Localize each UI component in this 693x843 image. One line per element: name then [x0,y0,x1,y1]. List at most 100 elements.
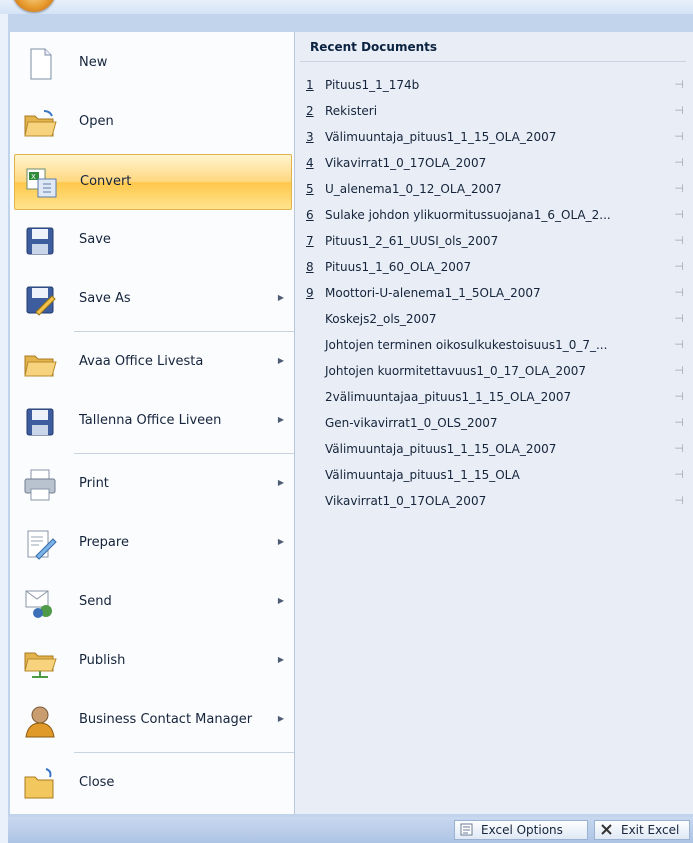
recent-document-name: Rekisteri [325,104,378,118]
pin-icon[interactable]: ⊣ [674,333,684,357]
pin-icon[interactable]: ⊣ [674,125,684,149]
exit-excel-label: Exit Excel [621,823,680,837]
recent-document-number: 6 [306,208,314,222]
ribbon-top-strip [0,0,693,14]
menu-item-label: Publish [79,653,126,668]
menu-item-label: Close [79,775,115,790]
recent-document-item[interactable]: Gen-vikavirrat1_0_OLS_2007 ⊣ [306,411,690,435]
menu-item-publish[interactable]: Publish ▶ [14,634,292,690]
recent-document-name: Johtojen kuormitettavuus1_0_17_OLA_2007 [325,364,587,378]
submenu-arrow-icon: ▶ [277,655,284,664]
recent-document-number: 8 [306,260,314,274]
recent-document-item[interactable]: Vikavirrat1_0_17OLA_2007 ⊣ [306,489,690,513]
menu-item-close[interactable]: Close [14,756,292,812]
recent-document-name: Pituus1_1_174b [325,78,420,92]
recent-document-name: Koskejs2_ols_2007 [325,312,437,326]
submenu-arrow-icon: ▶ [277,478,284,487]
recent-document-item[interactable]: 3 Välimuuntaja_pituus1_1_15_OLA_2007 ⊣ [306,125,690,149]
menu-item-label: Business Contact Manager [79,712,253,727]
recent-document-item[interactable]: 2 Rekisteri ⊣ [306,99,690,123]
recent-document-name: Moottori-U-alenema1_1_5OLA_2007 [325,286,541,300]
menu-item-new[interactable]: New [14,36,292,92]
exit-excel-button[interactable]: Exit Excel [594,820,690,840]
recent-document-number: 4 [306,156,314,170]
pin-icon[interactable]: ⊣ [674,229,684,253]
menu-item-prepare[interactable]: Prepare ▶ [14,516,292,572]
menu-item-label: Tallenna Office Liveen [79,413,222,428]
menu-item-business-contact-manager[interactable]: Business Contact Manager ▶ [14,693,292,749]
save-icon [26,408,54,436]
pin-icon[interactable]: ⊣ [674,281,684,305]
recent-document-item[interactable]: 5 U_alenema1_0_12_OLA_2007 ⊣ [306,177,690,201]
recent-title-divider [300,61,686,62]
menu-item-avaa-office-livesta[interactable]: Avaa Office Livesta ▶ [14,335,292,391]
submenu-arrow-icon: ▶ [277,356,284,365]
pin-icon[interactable]: ⊣ [674,99,684,123]
pin-icon[interactable]: ⊣ [674,177,684,201]
submenu-arrow-icon: ▶ [277,596,284,605]
menu-item-label: Avaa Office Livesta [79,354,204,369]
new-document-icon [30,48,52,80]
pin-icon[interactable]: ⊣ [674,489,684,513]
open-folder-icon [24,110,57,137]
submenu-arrow-icon: ▶ [277,714,284,723]
recent-document-name: Välimuuntaja_pituus1_1_15_OLA_2007 [325,130,557,144]
recent-document-item[interactable]: Johtojen kuormitettavuus1_0_17_OLA_2007 ⊣ [306,359,690,383]
recent-document-number: 1 [306,78,314,92]
recent-document-item[interactable]: Koskejs2_ols_2007 ⊣ [306,307,690,331]
menu-item-open[interactable]: Open [14,95,292,151]
recent-document-item[interactable]: 7 Pituus1_2_61_UUSI_ols_2007 ⊣ [306,229,690,253]
recent-document-item[interactable]: Välimuuntaja_pituus1_1_15_OLA ⊣ [306,463,690,487]
recent-document-item[interactable]: Välimuuntaja_pituus1_1_15_OLA_2007 ⊣ [306,437,690,461]
recent-documents-title: Recent Documents [310,40,438,54]
menu-item-label: Open [79,114,114,129]
pin-icon[interactable]: ⊣ [674,307,684,331]
recent-document-number: 3 [306,130,314,144]
menu-item-print[interactable]: Print ▶ [14,457,292,513]
recent-document-number: 9 [306,286,314,300]
contact-manager-icon [25,706,55,738]
pin-icon[interactable]: ⊣ [674,411,684,435]
close-folder-icon [24,768,54,799]
excel-options-label: Excel Options [481,823,563,837]
excel-options-button[interactable]: Excel Options [454,820,588,840]
pin-icon[interactable]: ⊣ [674,255,684,279]
recent-document-item[interactable]: 2välimuuntajaa_pituus1_1_15_OLA_2007 ⊣ [306,385,690,409]
recent-document-number: 7 [306,234,314,248]
save-as-icon [26,286,56,316]
recent-document-name: Pituus1_1_60_OLA_2007 [325,260,472,274]
pin-icon[interactable]: ⊣ [674,437,684,461]
menu-item-label: Prepare [79,535,129,550]
menu-item-convert[interactable]: X Convert [14,154,292,210]
recent-document-item[interactable]: 8 Pituus1_1_60_OLA_2007 ⊣ [306,255,690,279]
recent-document-item[interactable]: 4 Vikavirrat1_0_17OLA_2007 ⊣ [306,151,690,175]
pin-icon[interactable]: ⊣ [674,203,684,227]
recent-document-item[interactable]: 6 Sulake johdon ylikuormitussuojana1_6_OL… [306,203,690,227]
recent-document-name: Välimuuntaja_pituus1_1_15_OLA [325,468,520,482]
recent-document-name: Pituus1_2_61_UUSI_ols_2007 [325,234,499,248]
pin-icon[interactable]: ⊣ [674,359,684,383]
menu-item-tallenna-office-liveen[interactable]: Tallenna Office Liveen ▶ [14,394,292,450]
recent-document-item[interactable]: Johtojen terminen oikosulkukestoisuus1_0… [306,333,690,357]
submenu-arrow-icon: ▶ [277,293,284,302]
pin-icon[interactable]: ⊣ [674,151,684,175]
publish-icon [24,652,57,678]
recent-document-name: Vikavirrat1_0_17OLA_2007 [325,494,487,508]
convert-icon: X [26,168,57,198]
recent-document-name: Johtojen terminen oikosulkukestoisuus1_0… [325,338,608,352]
menu-item-send[interactable]: Send ▶ [14,575,292,631]
pin-icon[interactable]: ⊣ [674,463,684,487]
recent-document-item[interactable]: 1 Pituus1_1_174b ⊣ [306,73,690,97]
recent-document-name: Gen-vikavirrat1_0_OLS_2007 [325,416,498,430]
send-icon [25,590,52,618]
svg-text:X: X [31,173,36,181]
menu-item-save-as[interactable]: Save As ▶ [14,272,292,328]
options-icon [460,823,473,836]
submenu-arrow-icon: ▶ [277,537,284,546]
menu-item-save[interactable]: Save [14,213,292,269]
menu-item-label: Save [79,232,111,247]
recent-document-item[interactable]: 9 Moottori-U-alenema1_1_5OLA_2007 ⊣ [306,281,690,305]
save-icon [26,227,54,255]
pin-icon[interactable]: ⊣ [674,73,684,97]
pin-icon[interactable]: ⊣ [674,385,684,409]
